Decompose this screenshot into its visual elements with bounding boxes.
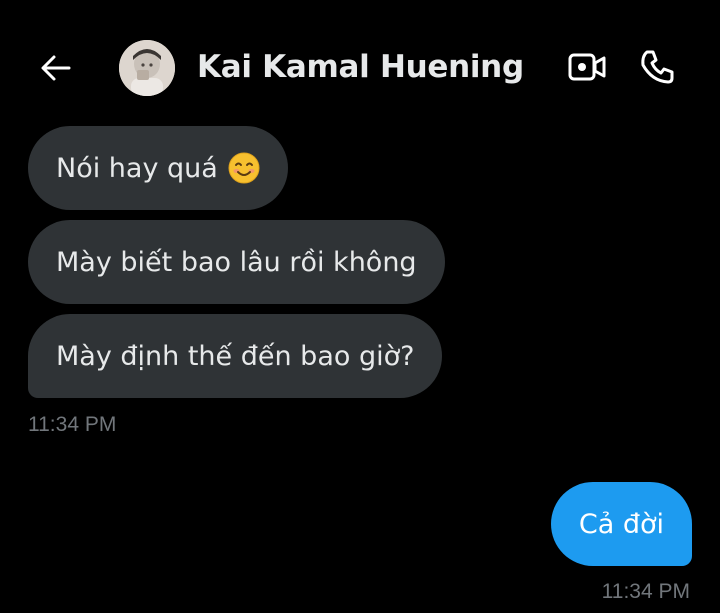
- message-text: Mày biết bao lâu rồi không: [56, 246, 417, 278]
- incoming-timestamp: 11:34 PM: [28, 413, 117, 436]
- chat-header: Kai Kamal Huening: [0, 0, 720, 126]
- smiling-face-icon: [228, 152, 260, 184]
- message-text: Nói hay quá: [56, 152, 218, 184]
- incoming-message-3[interactable]: Mày định thế đến bao giờ?: [28, 314, 443, 398]
- message-text: Cả đời: [578, 508, 664, 540]
- incoming-message-2[interactable]: Mày biết bao lâu rồi không: [28, 220, 445, 304]
- incoming-message-1[interactable]: Nói hay quá: [28, 126, 288, 210]
- back-button[interactable]: [38, 50, 74, 86]
- phone-call-icon: [641, 50, 674, 84]
- outgoing-timestamp: 11:34 PM: [601, 580, 690, 603]
- video-call-icon: [568, 53, 606, 81]
- avatar-image: [119, 40, 175, 96]
- video-call-button[interactable]: [566, 48, 608, 86]
- arrow-left-icon: [41, 55, 71, 81]
- conversation-title[interactable]: Kai Kamal Huening: [197, 49, 524, 85]
- outgoing-message-1[interactable]: Cả đời: [550, 482, 692, 566]
- avatar[interactable]: [119, 40, 175, 96]
- phone-call-button[interactable]: [636, 46, 678, 88]
- message-text: Mày định thế đến bao giờ?: [56, 340, 415, 372]
